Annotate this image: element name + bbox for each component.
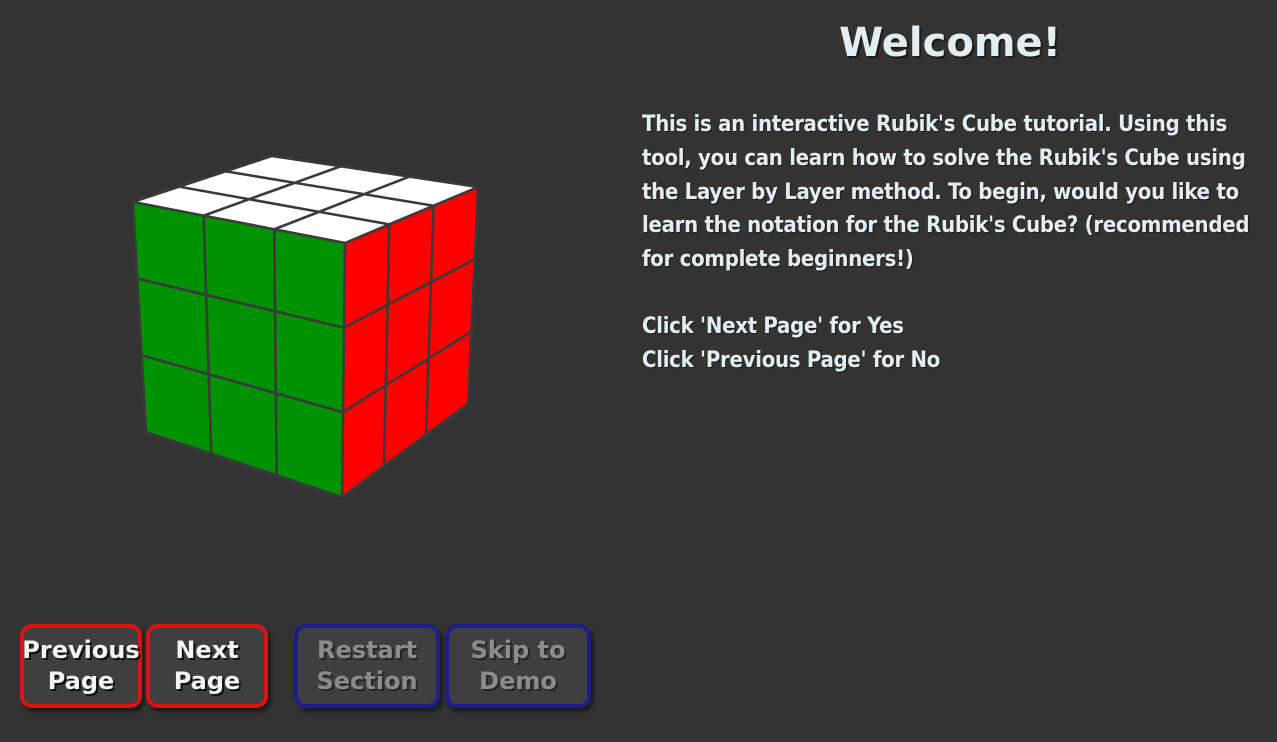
next-page-label: Next Page: [173, 636, 241, 695]
skip-to-demo-label: Skip to Demo: [470, 636, 566, 695]
tutorial-paragraph: This is an interactive Rubik's Cube tuto…: [642, 112, 1250, 273]
no-instruction: Click 'Previous Page' for No: [642, 347, 941, 373]
rubiks-cube[interactable]: [0, 0, 620, 600]
restart-section-button[interactable]: Restart Section: [294, 624, 440, 708]
cube-viewport[interactable]: [0, 0, 620, 600]
restart-section-label: Restart Section: [316, 636, 418, 695]
cube-sticker-front-8: [207, 373, 278, 477]
previous-page-label: Previous Page: [22, 636, 140, 695]
skip-to-demo-button[interactable]: Skip to Demo: [445, 624, 591, 708]
cube-sticker-front-9: [274, 392, 345, 499]
next-page-button[interactable]: Next Page: [146, 624, 268, 708]
previous-page-button[interactable]: Previous Page: [20, 624, 142, 708]
page-title: Welcome!: [839, 20, 1061, 66]
yes-instruction: Click 'Next Page' for Yes: [642, 313, 904, 339]
tutorial-text: This is an interactive Rubik's Cube tuto…: [642, 108, 1272, 378]
